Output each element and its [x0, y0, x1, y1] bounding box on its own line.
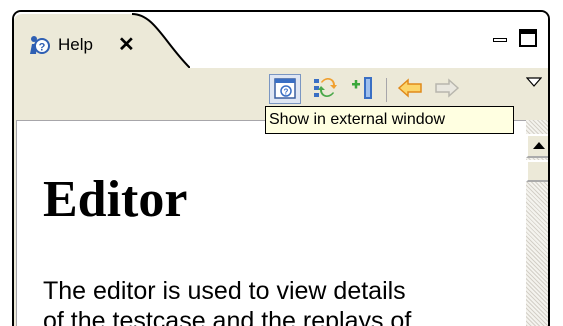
bookmark-add-button[interactable] [347, 74, 379, 104]
forward-button[interactable] [432, 74, 464, 104]
bookmark-add-icon [352, 77, 372, 99]
scroll-thumb[interactable] [526, 160, 548, 182]
help-view: ? Help ✕ ? Editor The editor is used to … [12, 10, 550, 326]
back-arrow-icon [397, 78, 422, 98]
help-content: Editor The editor is used to view detail… [16, 120, 527, 326]
sync-navigation-button[interactable] [309, 74, 341, 104]
toolbar-separator [386, 78, 387, 102]
paragraph-line-2: of the testcase and the replays of [43, 307, 412, 326]
view-menu-button[interactable] [525, 76, 543, 90]
minimize-icon[interactable] [492, 32, 508, 48]
close-icon[interactable]: ✕ [118, 32, 135, 57]
show-external-window-button[interactable]: ? [269, 74, 301, 104]
paragraph-text: The editor is used to view details of the… [43, 276, 523, 326]
tab-label: Help [58, 35, 93, 54]
help-tab[interactable]: ? Help ✕ [14, 12, 190, 68]
tooltip: Show in external window [265, 106, 514, 134]
help-view-icon: ? [28, 34, 50, 56]
maximize-icon[interactable] [519, 29, 537, 47]
view-menu-icon [525, 77, 543, 87]
view-tab-strip: ? Help ✕ [14, 12, 548, 68]
paragraph-line-1: The editor is used to view details [43, 277, 406, 305]
show-external-window-icon: ? [274, 78, 296, 99]
svg-text:?: ? [39, 42, 46, 54]
vertical-scrollbar[interactable] [526, 120, 548, 326]
svg-text:?: ? [284, 88, 289, 97]
back-button[interactable] [395, 74, 427, 104]
forward-arrow-icon [435, 78, 460, 98]
sync-navigation-icon [314, 78, 337, 97]
page-heading: Editor [43, 171, 188, 228]
scroll-up-button[interactable] [526, 134, 548, 158]
